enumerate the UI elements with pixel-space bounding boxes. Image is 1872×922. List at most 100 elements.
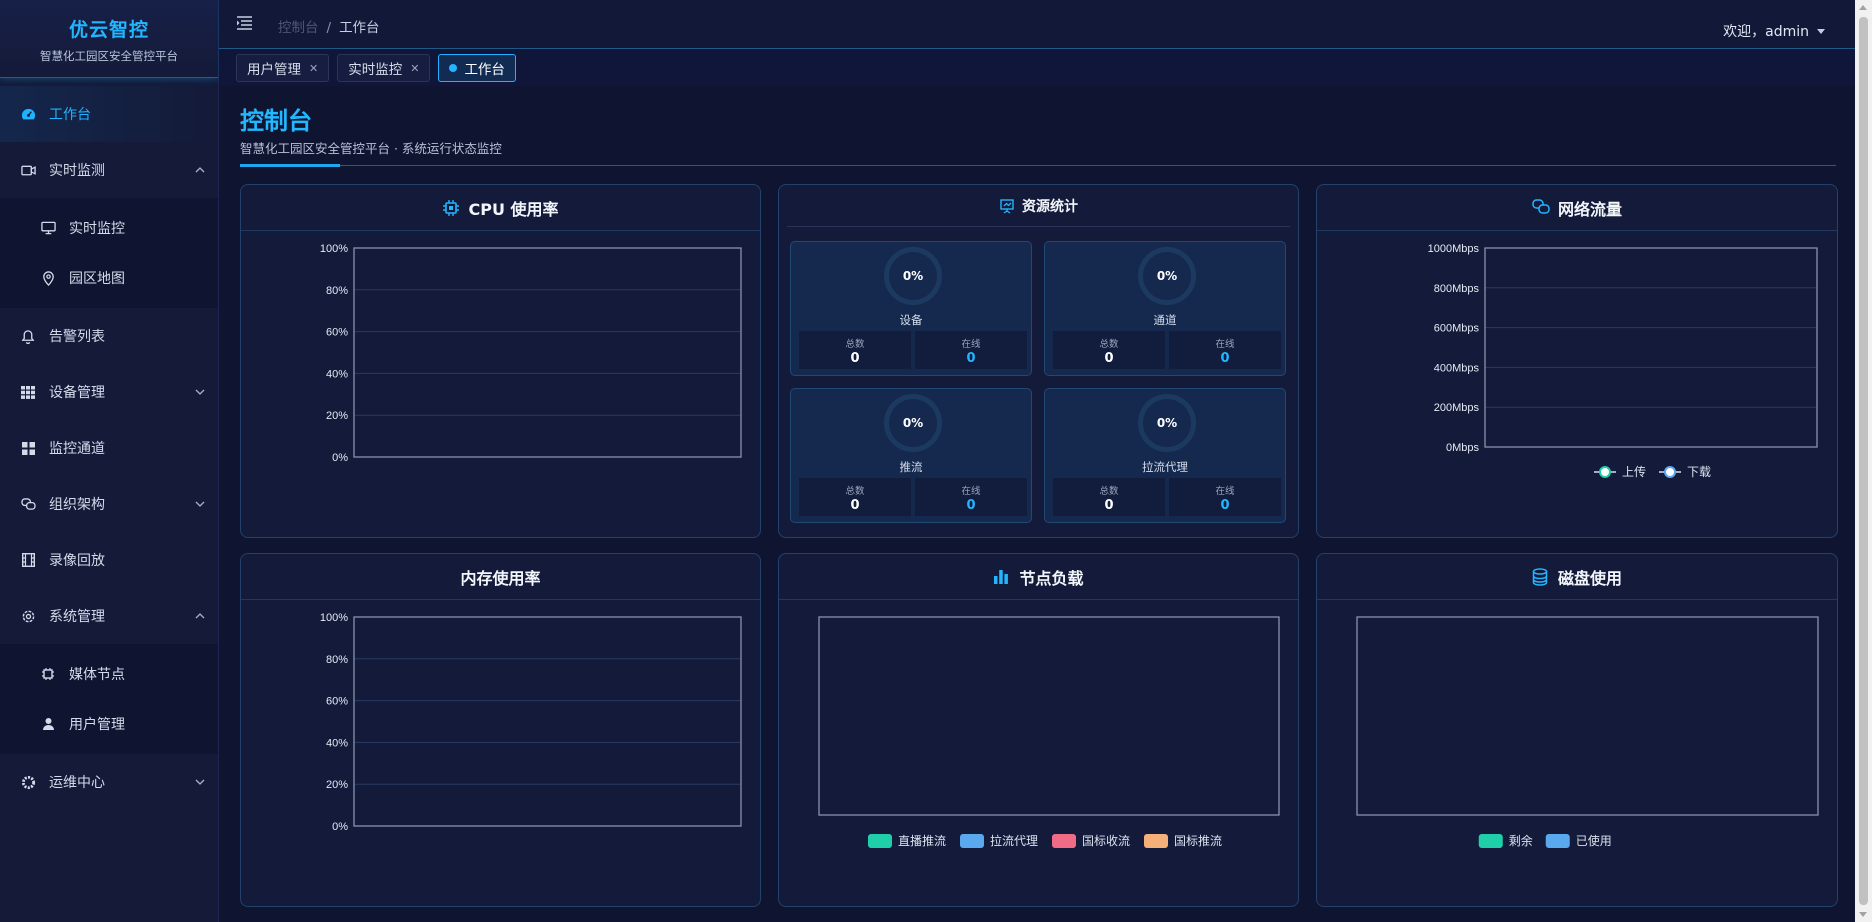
breadcrumb-item-current: 工作台 xyxy=(339,20,380,36)
sidebar-item-dashboard[interactable]: 工作台 xyxy=(0,86,218,142)
stat-label: 在线 xyxy=(961,339,981,350)
sidebar-item-monitor-channels[interactable]: 监控通道 xyxy=(0,420,218,476)
stat-total: 总数 0 xyxy=(799,478,911,516)
resource-name: 通道 xyxy=(1153,313,1177,327)
network-chart: 1000Mbps 800Mbps 600Mbps 400Mbps 200Mbps 0Mbp… xyxy=(1428,243,1818,479)
map-pin-icon xyxy=(40,270,56,286)
y-tick-label: 800Mbps xyxy=(1434,283,1480,295)
vertical-scrollbar[interactable] xyxy=(1855,0,1872,922)
legend-swatch xyxy=(1052,834,1076,848)
sidebar-item-playback[interactable]: 录像回放 xyxy=(0,532,218,588)
user-menu[interactable]: 欢迎，admin xyxy=(1723,21,1825,41)
card-header: 资源统计 xyxy=(787,185,1290,227)
resource-push-stream: 0% 推流 总数 0 在线 0 xyxy=(790,388,1032,523)
resource-channel: 0% 通道 总数 0 在线 0 xyxy=(1044,241,1286,376)
scroll-down-icon[interactable] xyxy=(1859,912,1867,917)
tab-label: 实时监控 xyxy=(348,62,403,78)
grid-table-icon xyxy=(20,384,36,400)
y-tick-label: 40% xyxy=(326,368,348,380)
legend-label: 剩余 xyxy=(1509,833,1533,848)
sidebar-item-realtime-monitoring[interactable]: 实时监测 xyxy=(0,142,218,198)
resource-name: 设备 xyxy=(899,313,923,327)
tab-live-monitor[interactable]: 实时监控 ✕ xyxy=(337,54,431,82)
resource-pull-proxy: 0% 拉流代理 总数 0 在线 0 xyxy=(1044,388,1286,523)
stat-label: 在线 xyxy=(1215,339,1235,350)
gear-solid-icon xyxy=(20,774,36,790)
legend-swatch xyxy=(1478,834,1503,848)
close-icon[interactable]: ✕ xyxy=(309,62,318,75)
brand-subtitle: 智慧化工园区安全管控平台 xyxy=(40,49,178,63)
stat-online: 在线 0 xyxy=(1169,331,1281,369)
title-divider-accent xyxy=(240,164,340,167)
monitor-icon xyxy=(40,220,56,236)
plot-frame xyxy=(1484,247,1818,448)
progress-ring: 0% xyxy=(1138,394,1196,452)
y-tick-label: 1000Mbps xyxy=(1428,243,1480,255)
sidebar-item-label: 用户管理 xyxy=(69,717,125,733)
sidebar-item-label: 实时监测 xyxy=(49,163,105,179)
user-icon xyxy=(40,716,56,732)
legend-dot-marker xyxy=(1664,466,1676,478)
legend-swatch xyxy=(868,834,892,848)
stat-value: 0 xyxy=(966,498,976,513)
y-tick-label: 20% xyxy=(326,779,348,791)
sidebar-item-device-management[interactable]: 设备管理 xyxy=(0,364,218,420)
disk-chart: 剩余 已使用 xyxy=(1356,616,1819,848)
y-tick-label: 0% xyxy=(332,452,348,464)
gear-outline-icon xyxy=(20,608,36,624)
legend-label: 国标推流 xyxy=(1174,834,1222,848)
plot-frame xyxy=(353,616,742,827)
tab-user-management[interactable]: 用户管理 ✕ xyxy=(236,54,330,82)
card-title: 网络流量 xyxy=(1557,199,1622,219)
menu-toggle-icon[interactable] xyxy=(236,15,253,31)
y-tick-label: 400Mbps xyxy=(1434,362,1480,374)
scrollbar-thumb[interactable] xyxy=(1859,17,1868,905)
y-tick-label: 0Mbps xyxy=(1446,442,1480,454)
card-header: 网络流量 xyxy=(1317,185,1837,231)
scroll-up-icon[interactable] xyxy=(1859,5,1867,10)
legend-label: 下载 xyxy=(1687,465,1711,479)
y-tick-label: 80% xyxy=(326,654,348,666)
bar-chart-icon xyxy=(993,568,1011,586)
sidebar-item-user-management[interactable]: 用户管理 xyxy=(0,699,218,749)
sidebar: 优云智控 智慧化工园区安全管控平台 工作台 实时监测 实时监控 园区地图 告警列… xyxy=(0,0,219,922)
breadcrumb: 控制台 / 工作台 xyxy=(278,16,380,36)
card-header: 内存使用率 xyxy=(241,554,760,600)
brand: 优云智控 智慧化工园区安全管控平台 xyxy=(0,0,218,78)
sidebar-item-ops-center[interactable]: 运维中心 xyxy=(0,754,218,810)
plot-frame xyxy=(818,616,1280,816)
legend-swatch xyxy=(1545,834,1570,848)
close-icon[interactable]: ✕ xyxy=(410,62,419,75)
tab-workbench[interactable]: 工作台 xyxy=(438,54,516,82)
caret-down-icon xyxy=(1817,28,1825,34)
y-tick-label: 60% xyxy=(326,327,348,339)
card-header: 磁盘使用 xyxy=(1317,554,1837,600)
chip-icon xyxy=(442,199,460,217)
plot-frame xyxy=(353,247,742,458)
presentation-board-icon xyxy=(999,198,1015,214)
sidebar-item-label: 系统管理 xyxy=(49,609,105,625)
tab-bar: 用户管理 ✕ 实时监控 ✕ 工作台 xyxy=(219,50,1855,86)
node-load-chart: 直播推流 拉流代理 国标收流 国标推流 xyxy=(818,616,1280,848)
cpu-usage-card: CPU 使用率 100% 80% 60% 40% 20% 0% xyxy=(240,184,761,538)
sidebar-item-media-nodes[interactable]: 媒体节点 xyxy=(0,649,218,699)
sidebar-item-system-management[interactable]: 系统管理 xyxy=(0,588,218,644)
stat-online: 在线 0 xyxy=(915,478,1027,516)
active-dot-icon xyxy=(449,64,458,72)
resource-device: 0% 设备 总数 0 在线 0 xyxy=(790,241,1032,376)
legend-dot-marker xyxy=(1599,466,1611,478)
sidebar-item-alarm-list[interactable]: 告警列表 xyxy=(0,308,218,364)
sidebar-item-label: 园区地图 xyxy=(69,271,125,287)
card-title: 内存使用率 xyxy=(460,568,541,588)
database-icon xyxy=(1532,567,1550,586)
chevron-down-icon xyxy=(195,389,205,395)
sidebar-item-organization[interactable]: 组织架构 xyxy=(0,476,218,532)
stat-value: 0 xyxy=(1220,351,1230,366)
breadcrumb-item[interactable]: 控制台 xyxy=(278,20,319,36)
sidebar-item-label: 组织架构 xyxy=(49,497,105,513)
sidebar-item-label: 媒体节点 xyxy=(69,667,125,683)
sidebar-item-park-map[interactable]: 园区地图 xyxy=(0,253,218,303)
plot-frame xyxy=(1356,616,1819,816)
sidebar-item-live-monitor[interactable]: 实时监控 xyxy=(0,203,218,253)
stat-label: 总数 xyxy=(1099,486,1119,497)
